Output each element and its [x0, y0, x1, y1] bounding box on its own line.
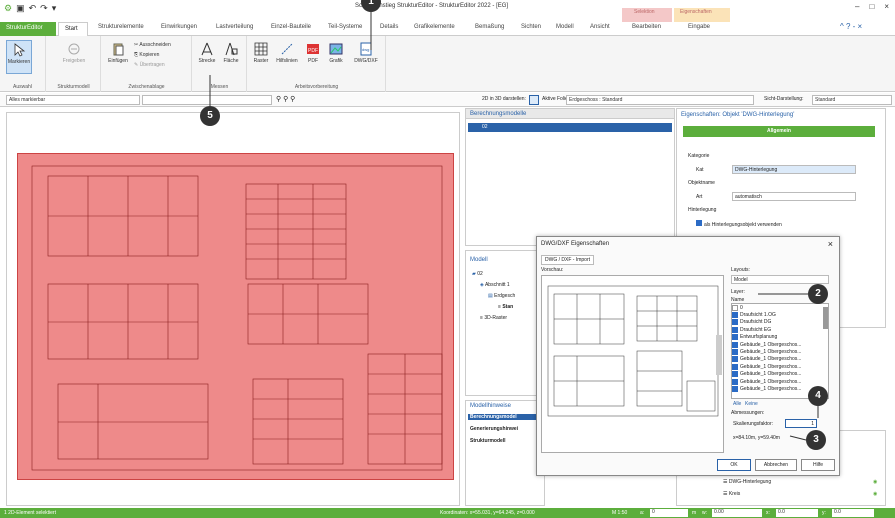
a-label: a:: [640, 510, 645, 516]
a-input[interactable]: 0: [650, 509, 688, 517]
dx-input[interactable]: 0.0: [776, 509, 818, 517]
status-coordinates: Koordinaten: x=55.031, y=64.245, z=0.000: [440, 510, 535, 516]
dx-label: x:: [766, 510, 770, 516]
w-input[interactable]: 0.00: [712, 509, 762, 517]
status-selection: 1 2D-Element selektiert: [4, 510, 56, 516]
m-label: m: [692, 510, 697, 516]
dy-label: y:: [822, 510, 826, 516]
dy-input[interactable]: 0.0: [832, 509, 874, 517]
w-label: w:: [702, 510, 707, 516]
status-scale: M 1:50: [612, 510, 628, 516]
callout-lines: [209, 12, 819, 441]
status-bar: 1 2D-Element selektiert Koordinaten: x=5…: [0, 508, 895, 518]
